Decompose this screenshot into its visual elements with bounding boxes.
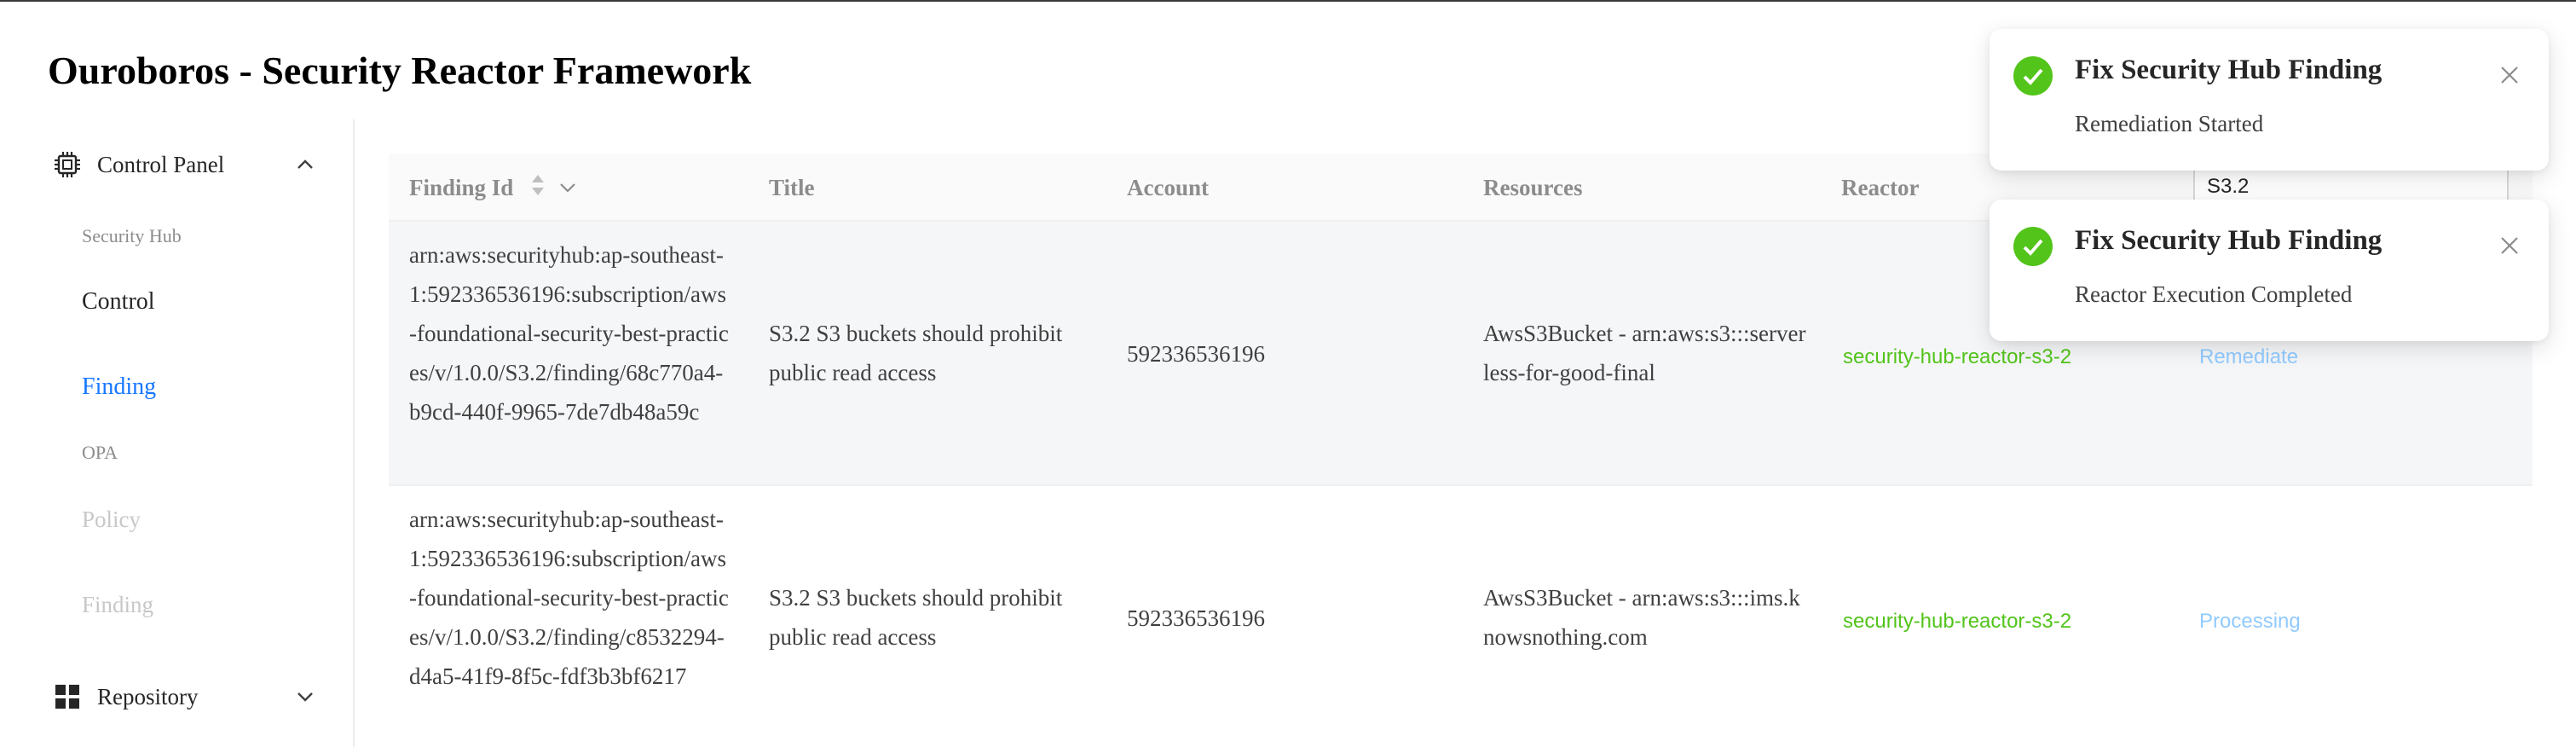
notification-description: Reactor Execution Completed: [2075, 281, 2353, 307]
column-reactor: Reactor: [1841, 175, 1920, 200]
notification-title: Fix Security Hub Finding: [2075, 225, 2383, 256]
table-row: arn:aws:securityhub:ap-southeast-1:59233…: [389, 486, 2533, 747]
notification-remediation-started: Fix Security Hub Finding Remediation Sta…: [1990, 29, 2549, 171]
finding-id-cell: arn:aws:securityhub:ap-southeast-1:59233…: [409, 507, 729, 689]
notification-reactor-completed: Fix Security Hub Finding Reactor Executi…: [1990, 200, 2549, 341]
sidebar: Control Panel Security Hub Control Findi…: [0, 119, 355, 747]
column-finding-id[interactable]: Finding Id: [409, 153, 578, 222]
menu-control-panel[interactable]: Control Panel: [53, 150, 317, 179]
account-cell: 592336536196: [1127, 341, 1265, 367]
sidebar-item-control[interactable]: Control: [82, 288, 155, 316]
chevron-up-icon: [293, 153, 317, 177]
column-account: Account: [1127, 175, 1209, 200]
app-title: Ouroboros - Security Reactor Framework: [48, 49, 752, 92]
menu-repository[interactable]: Repository: [53, 682, 317, 711]
remediate-button[interactable]: Remediate: [2199, 338, 2298, 377]
sidebar-item-opa-finding: Finding: [82, 592, 154, 617]
reactor-link[interactable]: security-hub-reactor-s3-2: [1843, 338, 2071, 377]
title-cell: S3.2 S3 buckets should prohibit public r…: [769, 321, 1063, 385]
chip-icon: [53, 150, 82, 179]
sidebar-group-security-hub: Security Hub: [82, 225, 182, 246]
close-icon[interactable]: [2498, 234, 2521, 258]
title-cell: S3.2 S3 buckets should prohibit public r…: [769, 585, 1063, 650]
column-title: Title: [769, 175, 815, 200]
menu-repository-label: Repository: [97, 683, 199, 709]
top-border: [0, 0, 2576, 2]
column-finding-id-label: Finding Id: [409, 175, 514, 200]
close-icon[interactable]: [2498, 63, 2521, 87]
sidebar-item-finding[interactable]: Finding: [82, 374, 156, 401]
resources-cell: AwsS3Bucket - arn:aws:s3:::serverless-fo…: [1483, 321, 1806, 385]
notification-description: Remediation Started: [2075, 111, 2264, 136]
chevron-down-icon: [293, 685, 317, 709]
check-circle-icon: [2013, 227, 2053, 266]
sort-icon[interactable]: [529, 156, 546, 224]
account-cell: 592336536196: [1127, 605, 1265, 631]
finding-id-cell: arn:aws:securityhub:ap-southeast-1:59233…: [409, 242, 729, 425]
check-circle-icon: [2013, 56, 2053, 96]
sidebar-item-policy: Policy: [82, 507, 142, 532]
notification-title: Fix Security Hub Finding: [2075, 55, 2383, 85]
column-resources: Resources: [1483, 175, 1583, 200]
sidebar-group-opa: OPA: [82, 442, 118, 463]
processing-status: Processing: [2199, 610, 2301, 633]
grid-icon: [53, 682, 82, 711]
resources-cell: AwsS3Bucket - arn:aws:s3:::ims.knowsnoth…: [1483, 585, 1800, 650]
filter-chevron-icon[interactable]: [557, 156, 578, 224]
menu-control-panel-label: Control Panel: [97, 151, 225, 177]
reactor-link[interactable]: security-hub-reactor-s3-2: [1843, 602, 2071, 641]
